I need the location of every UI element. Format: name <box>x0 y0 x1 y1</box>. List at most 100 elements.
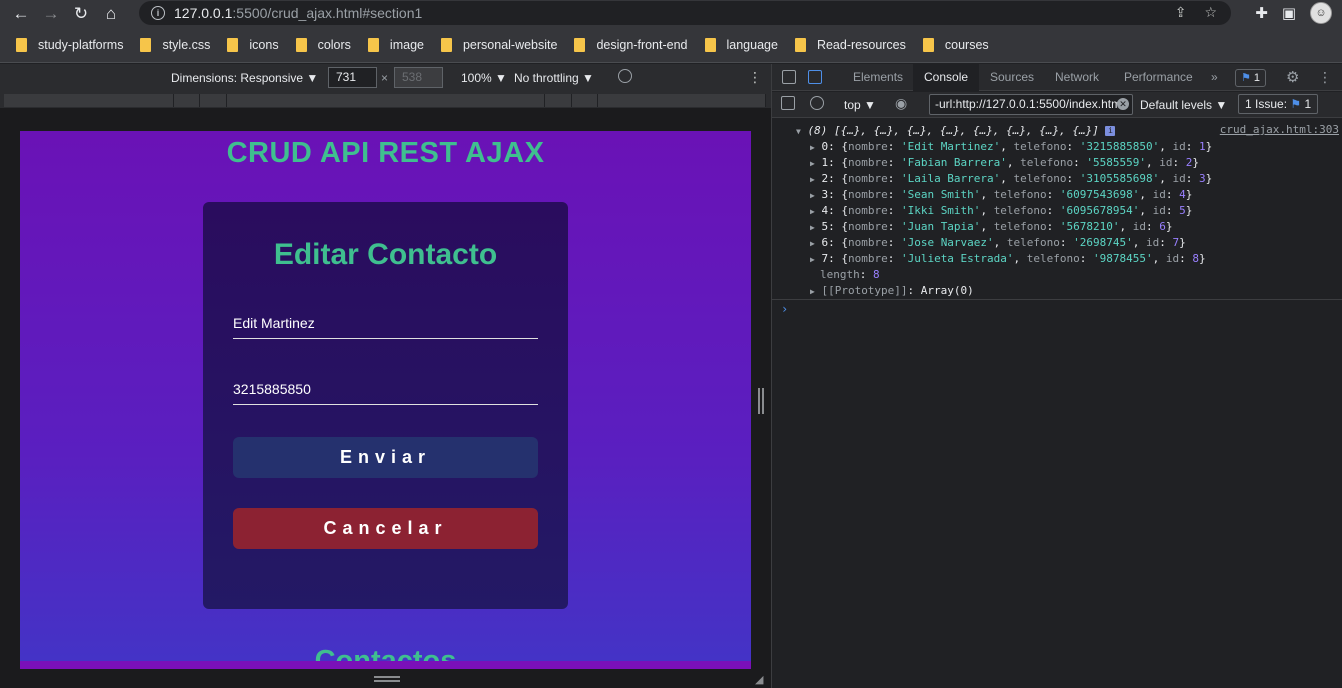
expand-triangle-icon[interactable]: ▶ <box>810 159 815 168</box>
back-icon[interactable]: ← <box>8 1 34 27</box>
log-levels-dropdown[interactable]: Default levels ▼ <box>1140 98 1227 112</box>
home-icon[interactable]: ⌂ <box>98 1 124 27</box>
ruler-segment[interactable] <box>572 94 598 107</box>
folder-icon <box>794 37 806 52</box>
dimensions-dropdown[interactable]: Dimensions: Responsive ▼ <box>171 71 318 85</box>
send-button[interactable]: Enviar <box>233 437 538 478</box>
throttling-dropdown[interactable]: No throttling ▼ <box>514 71 594 85</box>
bookmark-folder[interactable]: design-front-end <box>574 37 688 52</box>
rotate-icon[interactable] <box>618 69 632 83</box>
expand-triangle-icon[interactable]: ▶ <box>810 239 815 248</box>
expand-triangle-icon[interactable]: ▶ <box>810 207 815 216</box>
height-input[interactable]: 538 <box>394 67 443 88</box>
zoom-dropdown[interactable]: 100% ▼ <box>461 71 507 85</box>
settings-gear-icon[interactable]: ⚙ <box>1286 68 1299 86</box>
devtools-menu-icon[interactable]: ⋮ <box>1318 69 1332 86</box>
folder-icon <box>574 37 586 52</box>
tab-console[interactable]: Console <box>913 64 980 92</box>
console-log-header[interactable]: ▼ (8) [{…}, {…}, {…}, {…}, {…}, {…}, {…}… <box>796 123 1116 139</box>
bookmark-folder[interactable]: image <box>367 37 424 52</box>
extensions-icon[interactable]: ✚ <box>1255 4 1268 22</box>
times-sign: × <box>381 71 389 85</box>
issues-button[interactable]: 1 Issue: ⚑ 1 <box>1238 94 1319 114</box>
cancel-button[interactable]: Cancelar <box>233 508 538 549</box>
width-input[interactable]: 731 <box>328 67 377 88</box>
share-icon[interactable]: ⇪ <box>1175 4 1187 21</box>
console-entry[interactable]: ▶ 0: {nombre: 'Edit Martinez', telefono:… <box>810 139 1212 155</box>
expand-triangle-icon[interactable]: ▶ <box>810 287 815 296</box>
ruler-segment[interactable] <box>174 94 200 107</box>
console-entry[interactable]: ▶ 7: {nombre: 'Julieta Estrada', telefon… <box>810 251 1206 267</box>
address-bar[interactable]: i 127.0.0.1:5500/crud_ajax.html#section1… <box>139 1 1231 25</box>
bookmark-folder[interactable]: colors <box>295 37 351 52</box>
bookmark-folder[interactable]: study-platforms <box>16 37 123 52</box>
console-entry[interactable]: ▶ 5: {nombre: 'Juan Tapia', telefono: '5… <box>810 219 1173 235</box>
phone-input[interactable]: 3215885850 <box>233 381 538 405</box>
more-options-icon[interactable]: ⋮ <box>748 69 762 86</box>
page-content: CRUD API REST AJAX Editar Contacto Edit … <box>20 131 751 669</box>
expand-triangle-icon[interactable]: ▼ <box>796 127 801 136</box>
site-info-icon[interactable]: i <box>151 6 165 20</box>
bookmark-folder[interactable]: style.css <box>140 37 210 52</box>
bookmark-star-icon[interactable]: ☆ <box>1204 4 1217 21</box>
messages-badge[interactable]: ⚑ 1 <box>1235 69 1266 87</box>
info-icon: i <box>1105 126 1116 136</box>
ruler-segment[interactable] <box>200 94 227 107</box>
bookmark-folder[interactable]: Read-resources <box>794 37 906 52</box>
side-panel-icon[interactable]: ▣ <box>1282 4 1296 22</box>
console-output: ▼ (8) [{…}, {…}, {…}, {…}, {…}, {…}, {…}… <box>772 119 1342 688</box>
ruler-segment[interactable] <box>4 94 174 107</box>
device-toggle-icon[interactable] <box>808 70 822 84</box>
expand-triangle-icon[interactable]: ▶ <box>810 175 815 184</box>
media-query-ruler[interactable] <box>0 92 771 108</box>
console-entry[interactable]: ▶ 4: {nombre: 'Ikki Smith', telefono: '6… <box>810 203 1192 219</box>
reload-icon[interactable]: ↻ <box>68 1 94 27</box>
url-path: :5500/crud_ajax.html#section1 <box>232 5 423 21</box>
console-prompt[interactable]: › <box>772 299 1342 319</box>
tab-elements[interactable]: Elements <box>842 64 914 91</box>
folder-icon <box>440 37 452 52</box>
name-input[interactable]: Edit Martinez <box>233 315 538 339</box>
console-filter-input[interactable]: -url:http://127.0.0.1:5500/index.html ✕ <box>929 94 1133 115</box>
console-source-link[interactable]: crud_ajax.html:303 <box>1220 123 1339 136</box>
bookmark-folder[interactable]: courses <box>922 37 989 52</box>
expand-triangle-icon[interactable]: ▶ <box>810 223 815 232</box>
folder-icon <box>16 37 27 52</box>
inspect-element-icon[interactable] <box>782 70 796 84</box>
ruler-segment[interactable] <box>598 94 766 107</box>
bookmark-folder[interactable]: personal-website <box>440 37 557 52</box>
console-prototype-row[interactable]: ▶ [[Prototype]]: Array(0) <box>810 283 974 299</box>
more-tabs-icon[interactable]: » <box>1200 64 1229 91</box>
ruler-segment[interactable] <box>545 94 572 107</box>
resize-handle-bottom[interactable] <box>374 676 400 682</box>
sidebar-toggle-icon[interactable] <box>781 96 795 110</box>
clear-console-icon[interactable] <box>810 96 824 110</box>
console-entry[interactable]: ▶ 6: {nombre: 'Jose Narvaez', telefono: … <box>810 235 1186 251</box>
tab-sources[interactable]: Sources <box>979 64 1045 91</box>
expand-triangle-icon[interactable]: ▶ <box>810 143 815 152</box>
console-entry[interactable]: ▶ 2: {nombre: 'Laila Barrera', telefono:… <box>810 171 1212 187</box>
console-entry[interactable]: ▶ 3: {nombre: 'Sean Smith', telefono: '6… <box>810 187 1192 203</box>
profile-avatar[interactable]: ☺ <box>1310 2 1332 24</box>
expand-triangle-icon[interactable]: ▶ <box>810 191 815 200</box>
eye-icon[interactable]: ◉ <box>895 95 907 112</box>
expand-triangle-icon[interactable]: ▶ <box>810 255 815 264</box>
context-selector[interactable]: top ▼ <box>844 98 876 112</box>
console-entry[interactable]: ▶ 1: {nombre: 'Fabian Barrera', telefono… <box>810 155 1199 171</box>
page-title: CRUD API REST AJAX <box>226 137 545 169</box>
bookmark-folder[interactable]: language <box>704 37 778 52</box>
devtools-tabbar: Elements Console Sources Network Perform… <box>772 64 1342 92</box>
folder-icon <box>140 37 152 52</box>
clear-filter-icon[interactable]: ✕ <box>1117 98 1129 110</box>
forward-icon[interactable]: → <box>38 1 64 27</box>
browser-toolbar: ← → ↻ ⌂ i 127.0.0.1:5500/crud_ajax.html#… <box>0 0 1342 27</box>
resize-handle-right[interactable] <box>758 388 764 414</box>
resize-handle-corner[interactable]: ◢ <box>755 673 767 686</box>
ruler-segment[interactable] <box>227 94 545 107</box>
devtools-panel: Elements Console Sources Network Perform… <box>771 64 1342 688</box>
bookmark-folder[interactable]: icons <box>227 37 279 52</box>
tab-performance[interactable]: Performance <box>1113 64 1204 91</box>
folder-icon <box>367 37 379 52</box>
tab-network[interactable]: Network <box>1044 64 1110 91</box>
console-toolbar: top ▼ ◉ -url:http://127.0.0.1:5500/index… <box>772 92 1342 118</box>
